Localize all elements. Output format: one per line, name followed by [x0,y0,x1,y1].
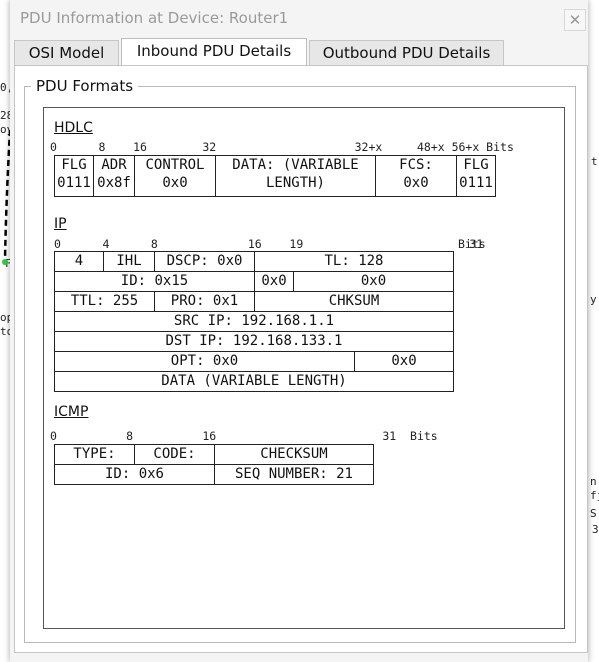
cell-line: FLG [61,157,87,173]
ip-options: OPT: 0x0 [54,351,355,372]
pdu-formats-label: PDU Formats [31,77,139,95]
cell-line: 0x0 [162,175,188,191]
cell-line: 0111 [459,175,493,191]
title-bar[interactable]: PDU Information at Device: Router1 ✕ [10,0,588,38]
ip-dscp: DSCP: 0x0 [154,251,255,272]
ip-bit-scale: 0 4 8 16 19 31 [54,237,484,251]
pdu-formats-group: PDU Formats HDLC 0 8 16 32 32+x 48+x 56+… [24,77,576,643]
pdu-info-window: PDU Information at Device: Router1 ✕ OSI… [10,0,588,662]
ip-version: 4 [54,251,104,272]
tab-outbound-pdu-details[interactable]: Outbound PDU Details [309,40,504,66]
icmp-title: ICMP [54,404,89,420]
ip-identification: ID: 0x15 [54,271,255,292]
ip-ihl: IHL [103,251,155,272]
cell-line: DATA: (VARIABLE [232,157,359,173]
cell-line: 0x0 [403,175,429,191]
bg-fragment: y [590,293,597,306]
cell-line: CONTROL [145,157,205,173]
hdlc-control: CONTROL 0x0 [134,155,216,197]
ip-ttl: TTL: 255 [54,291,155,312]
ip-dst: DST IP: 192.168.133.1 [54,331,454,352]
bg-fragment: S, [590,507,599,520]
close-icon: ✕ [568,11,582,29]
hdlc-data: DATA: (VARIABLE LENGTH) [215,155,376,197]
ip-total-length: TL: 128 [254,251,454,272]
hdlc-bit-scale: 0 8 16 32 32+x 48+x 56+x Bits [50,140,514,154]
hdlc-title: HDLC [54,120,93,136]
bg-fragment: fj [590,489,599,502]
ip-src: SRC IP: 192.168.1.1 [54,311,454,332]
icmp-code: CODE: [134,444,215,465]
pdu-format-area[interactable]: HDLC 0 8 16 32 32+x 48+x 56+x Bits FLG 01… [43,107,565,629]
bg-fragment: t [591,155,598,168]
icmp-checksum: CHECKSUM [214,444,374,465]
icmp-sequence-number: SEQ NUMBER: 21 [214,464,374,485]
hdlc-fcs: FCS: 0x0 [375,155,457,197]
hdlc-address: ADR 0x8f [93,155,135,197]
ip-padding: 0x0 [354,351,454,372]
icmp-identifier: ID: 0x6 [54,464,215,485]
cell-line: ADR [101,157,127,173]
cell-line: 0x8f [97,175,131,191]
close-button[interactable]: ✕ [564,9,586,31]
ip-data: DATA (VARIABLE LENGTH) [54,371,454,392]
ip-fragment-offset: 0x0 [293,271,454,292]
icmp-type: TYPE: [54,444,135,465]
cell-line: FCS: [399,157,433,173]
tab-inbound-pdu-details[interactable]: Inbound PDU Details [121,38,307,67]
ip-bits-label: Bits [458,237,486,251]
window-title: PDU Information at Device: Router1 [20,9,289,27]
bg-fragment: 3 [592,523,599,536]
hdlc-flag-start: FLG 0111 [54,155,94,197]
icmp-bit-scale: 0 8 16 31 Bits [50,429,438,443]
bg-fragment: n [590,475,597,488]
ip-title: IP [54,216,67,232]
ip-flags: 0x0 [254,271,294,292]
ip-protocol: PRO: 0x1 [154,291,255,312]
hdlc-flag-end: FLG 0111 [456,155,496,197]
tab-panel: PDU Formats HDLC 0 8 16 32 32+x 48+x 56+… [14,65,588,653]
cell-line: LENGTH) [265,175,325,191]
tab-osi-model[interactable]: OSI Model [14,40,119,66]
cell-line: 0111 [57,175,91,191]
ip-checksum: CHKSUM [254,291,454,312]
cell-line: FLG [463,157,489,173]
